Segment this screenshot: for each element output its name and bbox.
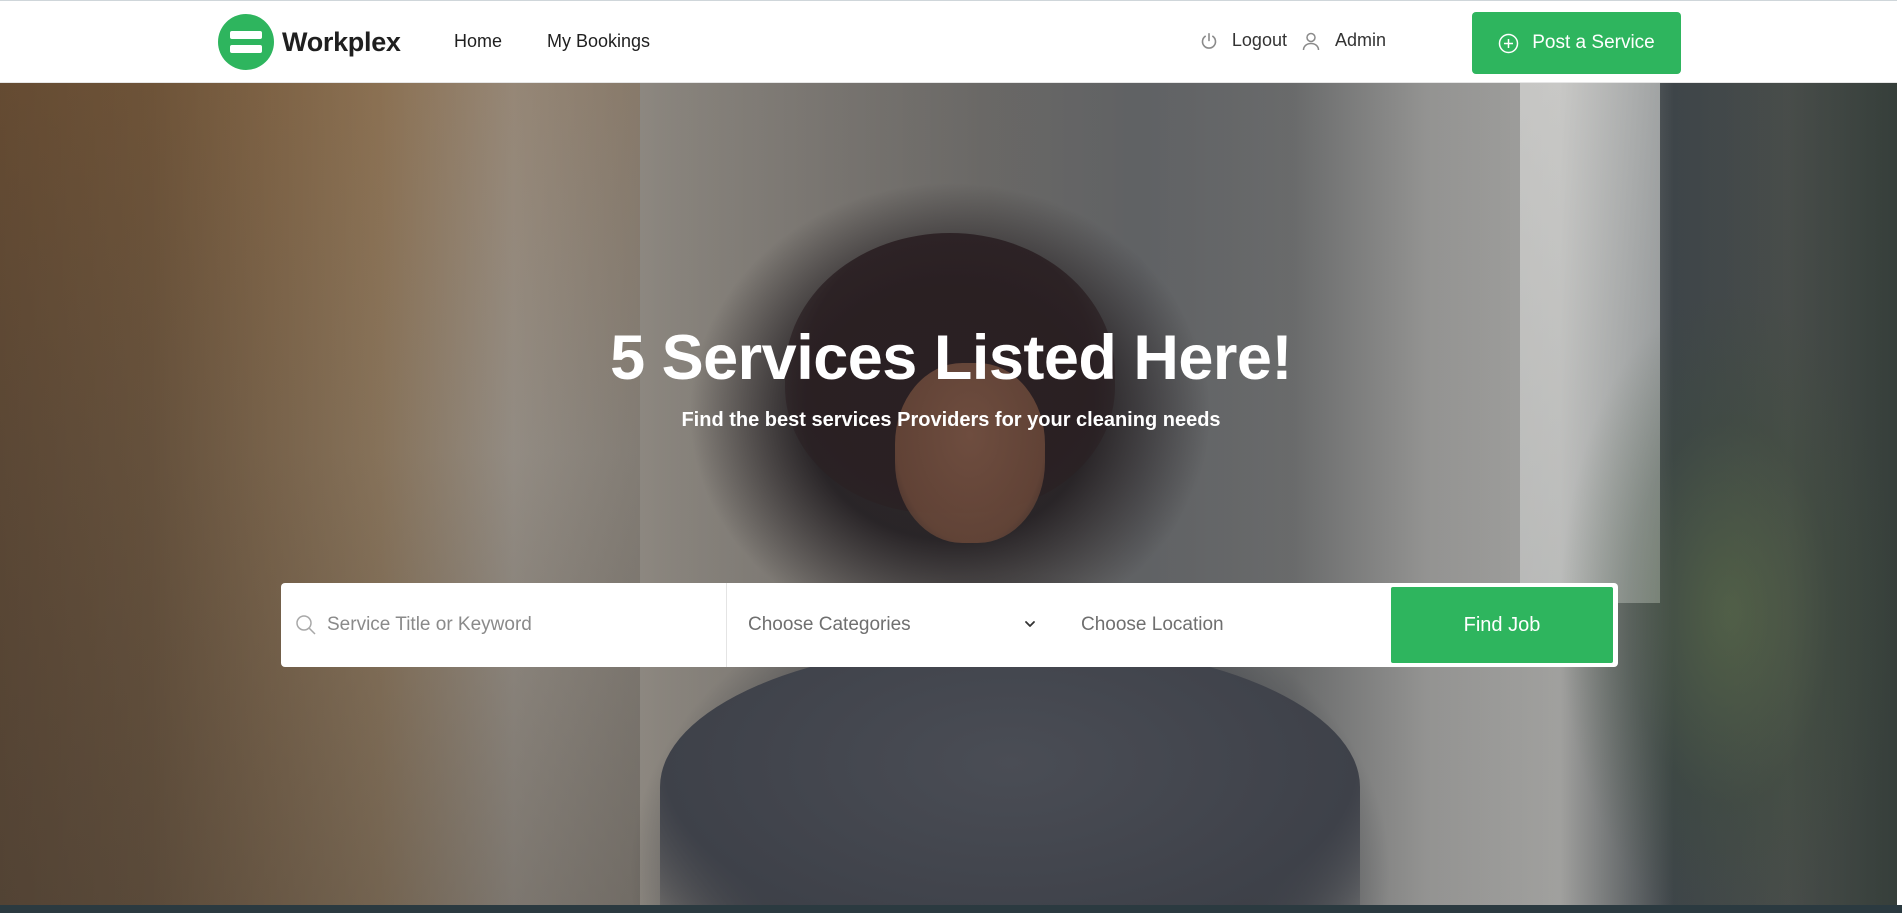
chevron-down-icon [1023, 617, 1037, 631]
top-navbar: Workplex Home My Bookings Logout Admin P… [0, 0, 1902, 83]
page: Workplex Home My Bookings Logout Admin P… [0, 0, 1902, 913]
brand-logo[interactable]: Workplex [218, 14, 401, 70]
hero-section [0, 83, 1902, 905]
nav-link-home[interactable]: Home [454, 31, 502, 52]
hero-title: 5 Services Listed Here! [610, 323, 1292, 393]
location-selected-value: Choose Location [1081, 614, 1224, 635]
category-selected-value: Choose Categories [748, 614, 911, 635]
user-menu: Logout Admin [1200, 30, 1386, 51]
post-service-label: Post a Service [1532, 32, 1655, 53]
brand-name: Workplex [282, 26, 401, 57]
keyword-input[interactable] [327, 614, 717, 636]
logout-label: Logout [1231, 30, 1287, 50]
hero-subtitle: Find the best services Providers for you… [681, 409, 1221, 431]
user-account-link[interactable]: Admin [1301, 30, 1386, 51]
service-search-form: Choose Categories Choose Location Find J… [281, 583, 1618, 667]
location-select[interactable]: Choose Location [1081, 583, 1421, 667]
user-icon [1301, 31, 1321, 51]
main-nav: Home My Bookings [454, 31, 650, 52]
logo-mark-icon [218, 14, 274, 70]
search-icon [295, 614, 317, 636]
page-scrollbar[interactable] [1897, 0, 1902, 913]
logout-link[interactable]: Logout [1200, 30, 1287, 51]
hero-background-shade [0, 83, 640, 905]
plus-circle-icon [1498, 33, 1519, 54]
post-service-button[interactable]: Post a Service [1472, 12, 1681, 74]
hero-person-body [660, 643, 1360, 905]
keyword-field [281, 583, 727, 667]
power-icon [1200, 32, 1218, 50]
nav-link-my-bookings[interactable]: My Bookings [547, 31, 650, 52]
find-job-button[interactable]: Find Job [1391, 587, 1613, 663]
user-label: Admin [1334, 30, 1386, 50]
taskbar-strip [0, 905, 1902, 913]
